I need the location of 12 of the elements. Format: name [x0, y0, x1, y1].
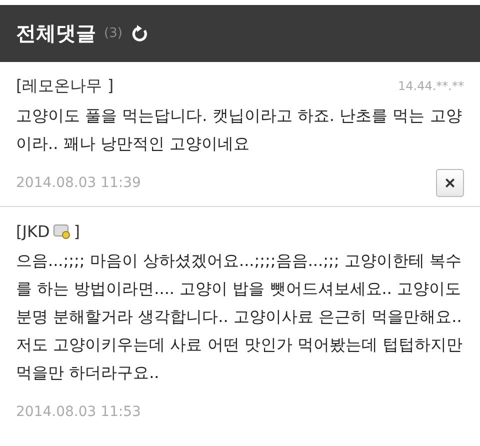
header-title: 전체댓글 [16, 20, 96, 47]
comment-author: [레모온나무 ] [16, 76, 114, 96]
ip-address: 14.44.**.** [398, 79, 464, 93]
delete-button[interactable]: × [436, 169, 464, 197]
comment-author: [JKD [16, 222, 50, 240]
comment-text: 고양이도 풀을 먹는답니다. 캣닙이라고 하죠. 난초를 먹는 고양이라.. 꽤나 낭만적인 고양이네요 [16, 105, 463, 155]
comment-text: 으음...;;;; 마음이 상하셨겠어요...;;;;음음...;;; 고양이한테 복수를 하는 방법이라면.... 고양이 밥을 뺏어드셔보세요.. 고양이도 분명 분해할거라 생각합니다.. 고양이사료 은근히 먹을만해요.. 저도 고양이키우는데 사료 어떤 맛인가 먹어봤는데 텁텁하지만 먹을만 하더라구요.. [16, 250, 464, 384]
badge-icon [52, 223, 71, 239]
comment-date: 2014.08.03 11:39 [16, 175, 141, 191]
comment-count: (3) [104, 26, 122, 41]
comment-date: 2014.08.03 11:53 [16, 404, 141, 420]
bracket: ] [74, 222, 80, 240]
